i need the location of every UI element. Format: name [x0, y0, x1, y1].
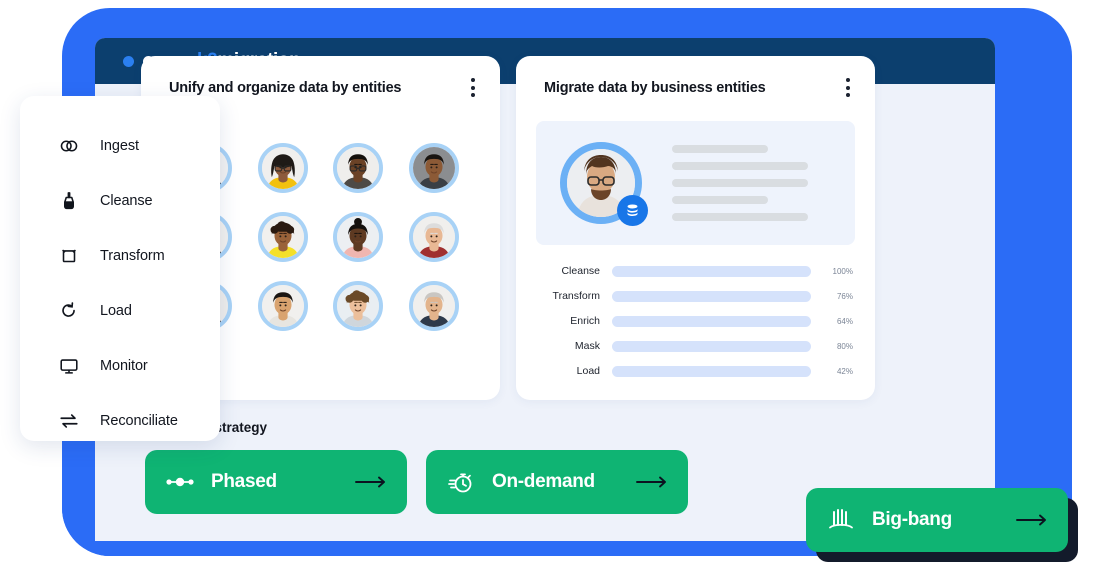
sidebar-item-ingest[interactable]: Ingest [20, 118, 220, 173]
sidebar-panel: Ingest Cleanse Transform Load Monitor Reconci… [20, 96, 220, 441]
arrow-right-icon [636, 475, 668, 489]
skeleton-line [672, 213, 809, 221]
progress-bar-list: Cleanse 100% Transform 76% Enrich 64% Mask 80% L… [516, 245, 875, 377]
strategy-label-phased: Phased [211, 471, 277, 492]
card-migrate-title: Migrate data by business entities [544, 79, 766, 96]
monitor-icon [58, 355, 84, 377]
timeline-dots-icon [165, 475, 195, 489]
sidebar-item-transform[interactable]: Transform [20, 228, 220, 283]
progress-track [612, 265, 811, 277]
avatar[interactable] [409, 143, 460, 193]
strategy-button-big-bang[interactable]: Big-bang [806, 488, 1068, 552]
strategy-button-phased[interactable]: Phased [145, 450, 407, 514]
progress-row: Cleanse 100% [530, 265, 853, 277]
progress-label: Enrich [570, 315, 600, 327]
database-icon [617, 195, 648, 226]
strategy-button-on-demand[interactable]: On-demand [426, 450, 688, 514]
sidebar-item-label: Transform [100, 247, 165, 264]
migration-strategy-options: Phased On-demand [145, 450, 688, 514]
skeleton-text-lines [672, 145, 855, 221]
progress-label: Mask [574, 340, 600, 352]
card-migrate-header: Migrate data by business entities [516, 56, 875, 105]
screenshot-root: k2migration Unify and organize data by e… [0, 0, 1100, 580]
avatar[interactable] [409, 212, 460, 262]
kebab-menu-icon[interactable] [468, 74, 478, 101]
avatar[interactable] [409, 281, 460, 331]
sidebar-item-cleanse[interactable]: Cleanse [20, 173, 220, 228]
sidebar-item-label: Cleanse [100, 192, 153, 209]
overlapping-circles-icon [58, 135, 84, 157]
progress-row: Mask 80% [530, 340, 853, 352]
strategy-label-big-bang: Big-bang [872, 509, 952, 530]
sidebar-item-load[interactable]: Load [20, 283, 220, 338]
progress-row: Enrich 64% [530, 315, 853, 327]
progress-label: Cleanse [561, 265, 600, 277]
crop-frame-icon [58, 245, 84, 267]
sidebar-item-label: Monitor [100, 357, 148, 374]
avatar[interactable] [333, 212, 384, 262]
sidebar-item-label: Load [100, 302, 132, 319]
card-migrate-entities: Migrate data by business entities Cleans… [516, 56, 875, 400]
kebab-menu-icon[interactable] [843, 74, 853, 101]
avatar[interactable] [257, 212, 308, 262]
progress-value: 42% [836, 366, 853, 376]
skeleton-line [672, 162, 809, 170]
strategy-label-on-demand: On-demand [492, 471, 595, 492]
brush-icon [58, 190, 84, 212]
skeleton-line [672, 196, 769, 204]
progress-row: Load 42% [530, 365, 853, 377]
two-way-arrows-icon [58, 410, 84, 432]
avatar[interactable] [333, 143, 384, 193]
skeleton-line [672, 179, 809, 187]
avatar[interactable] [257, 281, 308, 331]
avatar[interactable] [333, 281, 384, 331]
arrow-right-icon [355, 475, 387, 489]
progress-track [612, 365, 811, 377]
progress-track [612, 290, 811, 302]
burst-bars-icon [826, 508, 856, 532]
sidebar-item-monitor[interactable]: Monitor [20, 338, 220, 393]
card-unify-title: Unify and organize data by entities [169, 79, 402, 96]
profile-preview-panel [536, 121, 855, 245]
avatar[interactable] [257, 143, 308, 193]
stopwatch-icon [446, 469, 476, 495]
progress-label: Load [576, 365, 600, 377]
window-dot-blue[interactable] [123, 55, 134, 67]
profile-avatar-wrapper [560, 142, 648, 226]
progress-track [612, 315, 811, 327]
skeleton-line [672, 145, 769, 153]
sidebar-item-label: Ingest [100, 137, 139, 154]
progress-track [612, 340, 811, 352]
arrow-right-icon [1016, 513, 1048, 527]
progress-row: Transform 76% [530, 290, 853, 302]
sidebar-item-reconciliate[interactable]: Reconciliate [20, 393, 220, 448]
progress-label: Transform [552, 290, 600, 302]
progress-value: 76% [836, 291, 853, 301]
progress-value: 100% [832, 266, 853, 276]
refresh-arrow-icon [58, 300, 84, 322]
progress-value: 64% [836, 316, 853, 326]
progress-value: 80% [836, 341, 853, 351]
sidebar-item-label: Reconciliate [100, 412, 178, 429]
